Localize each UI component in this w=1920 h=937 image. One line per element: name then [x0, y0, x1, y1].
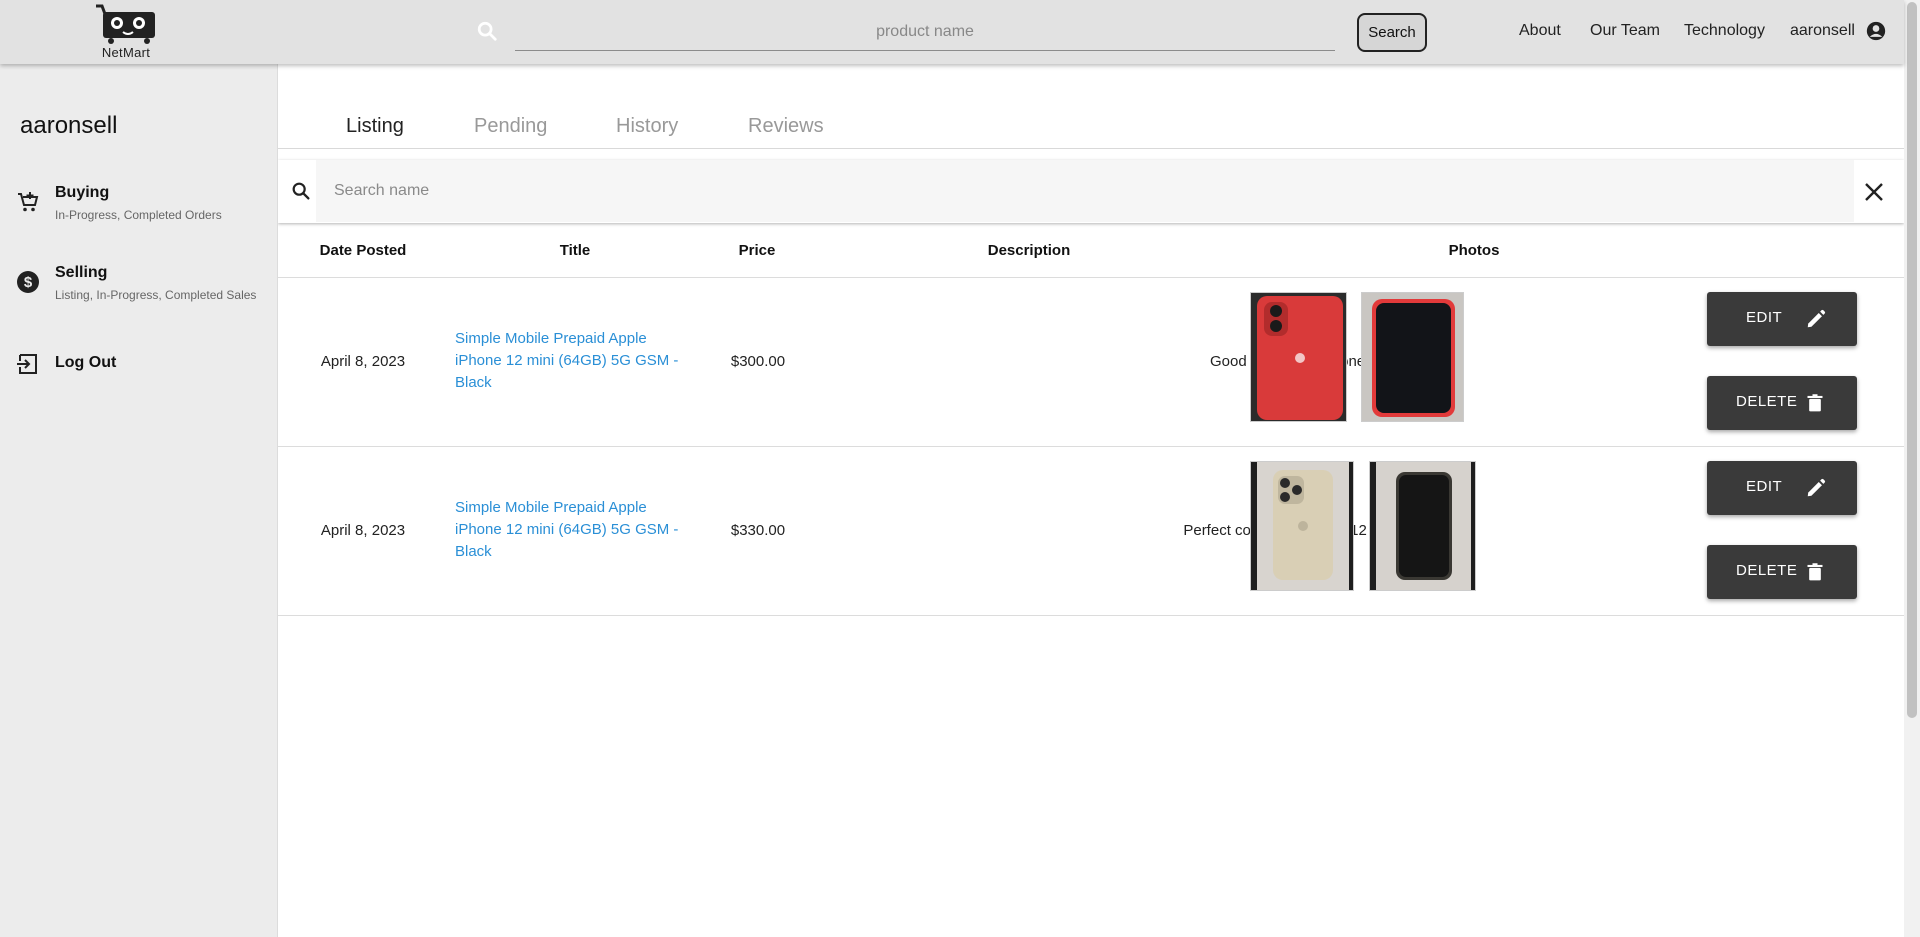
nav-about-link[interactable]: About [1519, 22, 1561, 40]
sidebar-item-logout[interactable]: Log Out [0, 354, 277, 408]
sidebar-item-label: Log Out [55, 354, 117, 371]
page-scrollbar[interactable] [1904, 0, 1920, 937]
sidebar-item-sublabel: Listing, In-Progress, Completed Sales [55, 288, 257, 302]
column-header-price: Price [738, 242, 776, 259]
listing-search-bar [278, 160, 1904, 223]
tab-pending[interactable]: Pending [474, 115, 547, 138]
tab-listing[interactable]: Listing [346, 115, 404, 138]
product-search-input[interactable] [515, 14, 1335, 51]
table-row: April 8, 2023 Simple Mobile Prepaid Appl… [278, 278, 1904, 446]
column-header-description: Description [987, 242, 1071, 259]
listing-photo-gold-iphone-back[interactable] [1250, 461, 1354, 591]
top-navbar: NetMart Search About Our Team Technology… [0, 0, 1904, 64]
edit-button[interactable]: EDIT [1707, 292, 1857, 346]
trash-icon [1807, 394, 1823, 412]
column-header-date: Date Posted [319, 242, 407, 259]
edit-button-label: EDIT [1746, 478, 1783, 495]
listing-search-input[interactable] [316, 160, 1854, 222]
netmart-logo[interactable]: NetMart [90, 2, 162, 62]
search-icon [292, 182, 310, 200]
sidebar-item-label: Selling [55, 264, 108, 281]
date-posted-cell: April 8, 2023 [320, 353, 406, 370]
sidebar-username: aaronsell [20, 112, 118, 139]
sidebar-item-sublabel: In-Progress, Completed Orders [55, 208, 222, 222]
price-cell: $300.00 [730, 353, 786, 370]
column-header-photos: Photos [1448, 242, 1500, 259]
cart-icon [18, 192, 39, 212]
sidebar-item-buying[interactable]: Buying In-Progress, Completed Orders [0, 184, 277, 238]
delete-button[interactable]: DELETE [1707, 376, 1857, 430]
listing-photo-red-iphone-back[interactable] [1250, 292, 1347, 422]
delete-button[interactable]: DELETE [1707, 545, 1857, 599]
scrollbar-thumb[interactable] [1907, 2, 1917, 718]
tab-history[interactable]: History [616, 115, 678, 138]
pencil-icon [1807, 309, 1826, 328]
delete-button-label: DELETE [1736, 562, 1798, 579]
close-icon[interactable] [1862, 180, 1886, 204]
logout-icon [17, 354, 37, 374]
edit-button[interactable]: EDIT [1707, 461, 1857, 515]
tab-reviews[interactable]: Reviews [748, 115, 824, 138]
listing-title-link[interactable]: Simple Mobile Prepaid Apple iPhone 12 mi… [455, 328, 685, 394]
nav-username-link[interactable]: aaronsell [1790, 22, 1855, 40]
pencil-icon [1807, 478, 1826, 497]
logo-text: NetMart [101, 45, 151, 60]
sidebar-item-selling[interactable]: $ Selling Listing, In-Progress, Complete… [0, 264, 277, 318]
edit-button-label: EDIT [1746, 309, 1783, 326]
listing-photo-gold-iphone-front[interactable] [1369, 461, 1476, 591]
sidebar-item-label: Buying [55, 184, 110, 201]
cart-robot-logo-icon [96, 4, 155, 44]
account-circle-icon[interactable] [1866, 21, 1886, 41]
table-row: April 8, 2023 Simple Mobile Prepaid Appl… [278, 447, 1904, 615]
tabs-divider [277, 148, 1904, 149]
search-icon [477, 21, 497, 41]
nav-technology-link[interactable]: Technology [1684, 22, 1765, 40]
price-cell: $330.00 [730, 522, 786, 539]
sidebar: aaronsell Buying In-Progress, Completed … [0, 64, 278, 937]
column-header-title: Title [559, 242, 591, 259]
nav-our-team-link[interactable]: Our Team [1590, 22, 1660, 40]
date-posted-cell: April 8, 2023 [320, 522, 406, 539]
search-button[interactable]: Search [1357, 13, 1427, 52]
table-divider [278, 615, 1904, 616]
listing-photo-red-iphone-front[interactable] [1361, 292, 1464, 422]
delete-button-label: DELETE [1736, 393, 1798, 410]
svg-text:$: $ [24, 274, 33, 291]
trash-icon [1807, 563, 1823, 581]
dollar-icon: $ [17, 271, 39, 293]
listing-title-link[interactable]: Simple Mobile Prepaid Apple iPhone 12 mi… [455, 497, 685, 563]
